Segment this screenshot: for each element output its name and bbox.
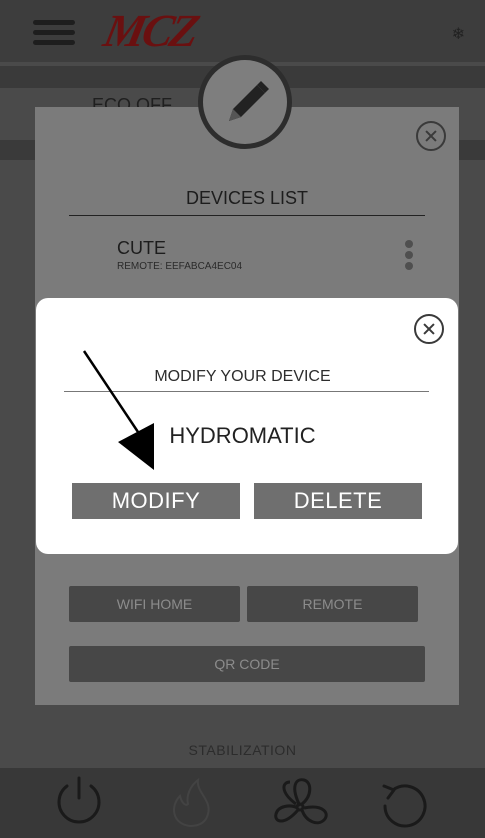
app-screen: MCZ ❄ ECO OFF DEVICES LIST CUTE REMOTE: … [0,0,485,838]
pointer-arrow-icon [82,350,154,470]
